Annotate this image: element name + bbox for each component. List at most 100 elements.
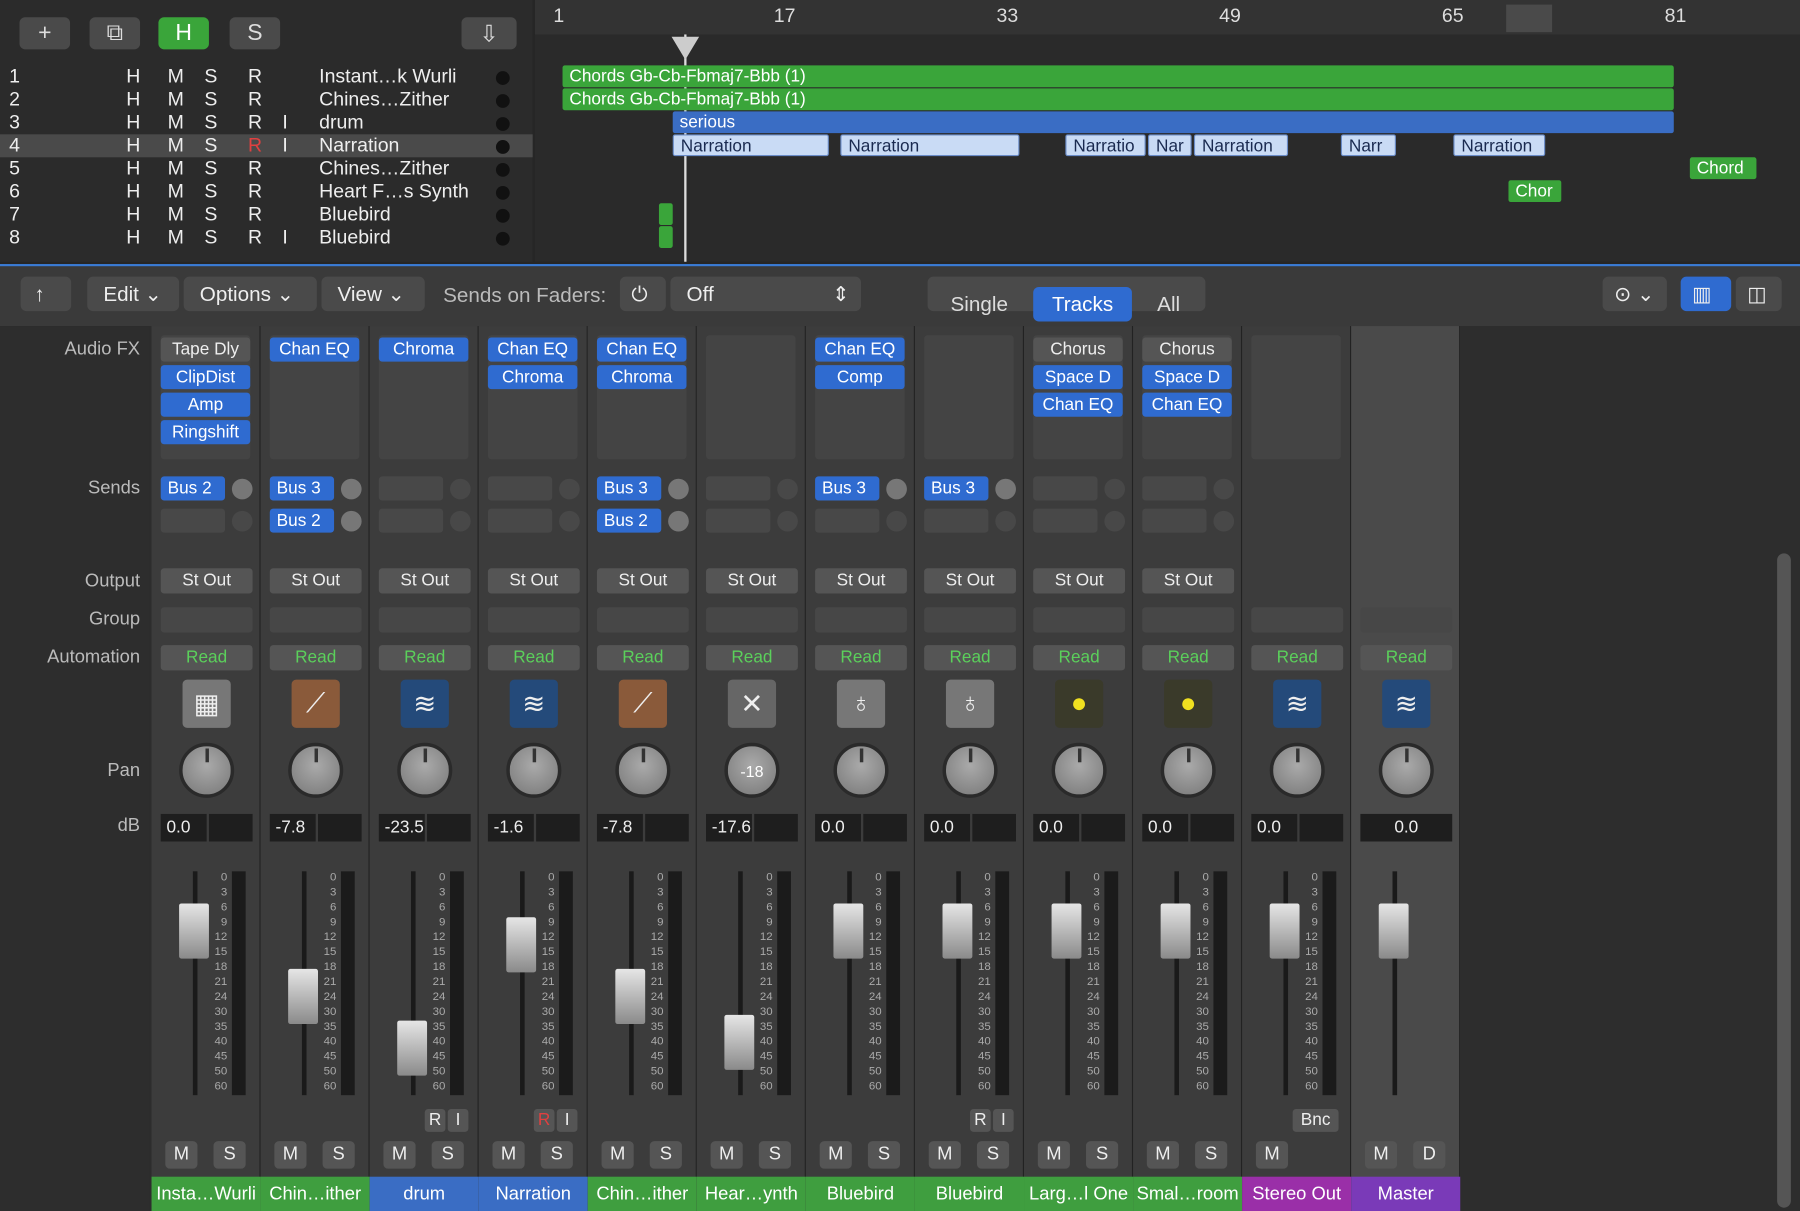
send-level-knob[interactable]: [886, 510, 907, 532]
output-slot[interactable]: St Out: [924, 568, 1016, 594]
solo-button[interactable]: S: [1195, 1141, 1228, 1169]
solo-button[interactable]: S: [204, 65, 217, 88]
pan-knob[interactable]: [942, 742, 998, 798]
db-value[interactable]: 0.0: [1142, 813, 1189, 842]
solo-button[interactable]: S: [204, 88, 217, 111]
mute-button[interactable]: M: [819, 1141, 852, 1169]
send-level-knob[interactable]: [231, 478, 253, 500]
pan-knob[interactable]: [1160, 742, 1216, 798]
audio-fx-plugin[interactable]: ClipDist: [160, 365, 251, 390]
tracks-tab[interactable]: Tracks: [1033, 287, 1132, 322]
channel-name[interactable]: Narration: [478, 1176, 588, 1211]
audio-fx-plugin[interactable]: Ringshift: [160, 420, 251, 445]
db-value[interactable]: -1.6: [487, 813, 534, 842]
dim-button[interactable]: D: [1413, 1141, 1446, 1169]
region-narration[interactable]: Narration: [672, 134, 829, 157]
region-narration[interactable]: Narration: [1453, 134, 1546, 157]
more-options-icon[interactable]: ⊙ ⌄: [1602, 276, 1667, 312]
group-slot[interactable]: [596, 607, 689, 633]
db-value[interactable]: 0.0: [1251, 813, 1298, 842]
send-slot-empty[interactable]: [815, 508, 880, 533]
yellow-knob-icon[interactable]: ●: [1055, 679, 1104, 728]
group-slot[interactable]: [160, 607, 253, 633]
mute-button[interactable]: M: [168, 157, 184, 180]
region-chor[interactable]: Chor: [1508, 180, 1562, 203]
automation-mode[interactable]: Read: [378, 645, 471, 671]
mute-button[interactable]: M: [492, 1141, 525, 1169]
mute-button[interactable]: M: [168, 203, 184, 226]
send-level-knob[interactable]: [450, 510, 471, 532]
region-chords-1[interactable]: Chords Gb-Cb-Fbmaj7-Bbb (1): [562, 65, 1674, 88]
solo-button[interactable]: S: [322, 1141, 355, 1169]
output-slot[interactable]: St Out: [596, 568, 689, 594]
automation-mode[interactable]: Read: [160, 645, 253, 671]
track-dot-icon[interactable]: [495, 94, 510, 108]
volume-fader[interactable]: 0 3 6 9 12 15 18 21 24 30 35 40 45 50 60: [599, 871, 685, 1101]
power-icon[interactable]: ⏻: [619, 276, 666, 312]
pan-knob[interactable]: [1269, 742, 1325, 798]
hide-button[interactable]: H: [126, 203, 140, 226]
audio-fx-slots[interactable]: [706, 335, 796, 460]
send-slot[interactable]: Bus 2: [160, 476, 226, 501]
fader-cap[interactable]: [1269, 903, 1300, 959]
record-button[interactable]: R: [248, 134, 262, 157]
record-button[interactable]: R: [248, 203, 262, 226]
track-dot-icon[interactable]: [495, 163, 510, 177]
solo-button[interactable]: S: [1086, 1141, 1119, 1169]
audio-fx-plugin[interactable]: Chan EQ: [487, 337, 578, 362]
volume-fader[interactable]: 0 3 6 9 12 15 18 21 24 30 35 40 45 50 60: [163, 871, 249, 1101]
track-row[interactable]: 2 H M S R Chines…Zither: [0, 88, 533, 111]
fader-cap[interactable]: [724, 1014, 755, 1070]
solo-button[interactable]: S: [204, 111, 217, 134]
channel-name[interactable]: drum: [369, 1176, 479, 1211]
region-chords-2[interactable]: Chords Gb-Cb-Fbmaj7-Bbb (1): [562, 88, 1674, 111]
pan-knob[interactable]: [397, 742, 453, 798]
solo-button[interactable]: S: [204, 134, 217, 157]
send-slot-empty[interactable]: [487, 476, 553, 501]
fader-cap[interactable]: [397, 1020, 428, 1076]
playhead-handle[interactable]: [671, 36, 700, 60]
pan-knob[interactable]: [833, 742, 889, 798]
fader-cap[interactable]: [1051, 903, 1082, 959]
record-button[interactable]: R: [248, 111, 262, 134]
waveform-icon[interactable]: ≋: [1273, 679, 1322, 728]
send-level-knob[interactable]: [559, 478, 580, 500]
volume-fader[interactable]: 0 3 6 9 12 15 18 21 24 30 35 40 45 50 60: [1145, 871, 1231, 1101]
group-slot[interactable]: [924, 607, 1016, 633]
fader-cap[interactable]: [1378, 903, 1409, 959]
audio-fx-plugin[interactable]: Chan EQ: [815, 337, 905, 362]
output-slot[interactable]: St Out: [269, 568, 362, 594]
audio-fx-plugin[interactable]: Chan EQ: [1142, 392, 1232, 417]
hide-button[interactable]: H: [126, 157, 140, 180]
region-serious[interactable]: serious: [672, 111, 1674, 134]
fader-cap[interactable]: [1160, 903, 1191, 959]
group-slot[interactable]: [706, 607, 798, 633]
automation-mode[interactable]: Read: [924, 645, 1016, 671]
solo-toggle-button[interactable]: S: [229, 17, 281, 50]
hide-button[interactable]: H: [126, 65, 140, 88]
hide-button[interactable]: H: [126, 134, 140, 157]
send-level-knob[interactable]: [231, 510, 253, 532]
track-dot-icon[interactable]: [495, 185, 510, 200]
duplicate-track-button[interactable]: ⧉: [89, 17, 141, 50]
track-dot-icon[interactable]: [495, 140, 510, 154]
pan-knob[interactable]: [506, 742, 562, 798]
db-value[interactable]: 0.0: [1360, 813, 1453, 842]
solo-button[interactable]: S: [758, 1141, 791, 1169]
pan-knob[interactable]: -18: [724, 742, 780, 798]
track-row[interactable]: 3 H M S R Idrum: [0, 111, 533, 134]
audio-fx-plugin[interactable]: Chan EQ: [1033, 392, 1123, 417]
region-narration[interactable]: Narr: [1340, 134, 1396, 157]
edit-menu[interactable]: Edit ⌄: [87, 276, 180, 312]
send-level-knob[interactable]: [1213, 478, 1235, 500]
solo-button[interactable]: S: [204, 226, 217, 249]
region-chord[interactable]: Chord: [1689, 157, 1757, 180]
automation-mode[interactable]: Read: [1142, 645, 1235, 671]
send-slot-empty[interactable]: [706, 476, 771, 501]
record-button[interactable]: R: [248, 226, 262, 249]
solo-button[interactable]: S: [431, 1141, 464, 1169]
send-level-knob[interactable]: [995, 478, 1016, 500]
send-slot-empty[interactable]: [1142, 508, 1207, 533]
record-enable-button[interactable]: R: [533, 1108, 555, 1132]
automation-mode[interactable]: Read: [706, 645, 798, 671]
